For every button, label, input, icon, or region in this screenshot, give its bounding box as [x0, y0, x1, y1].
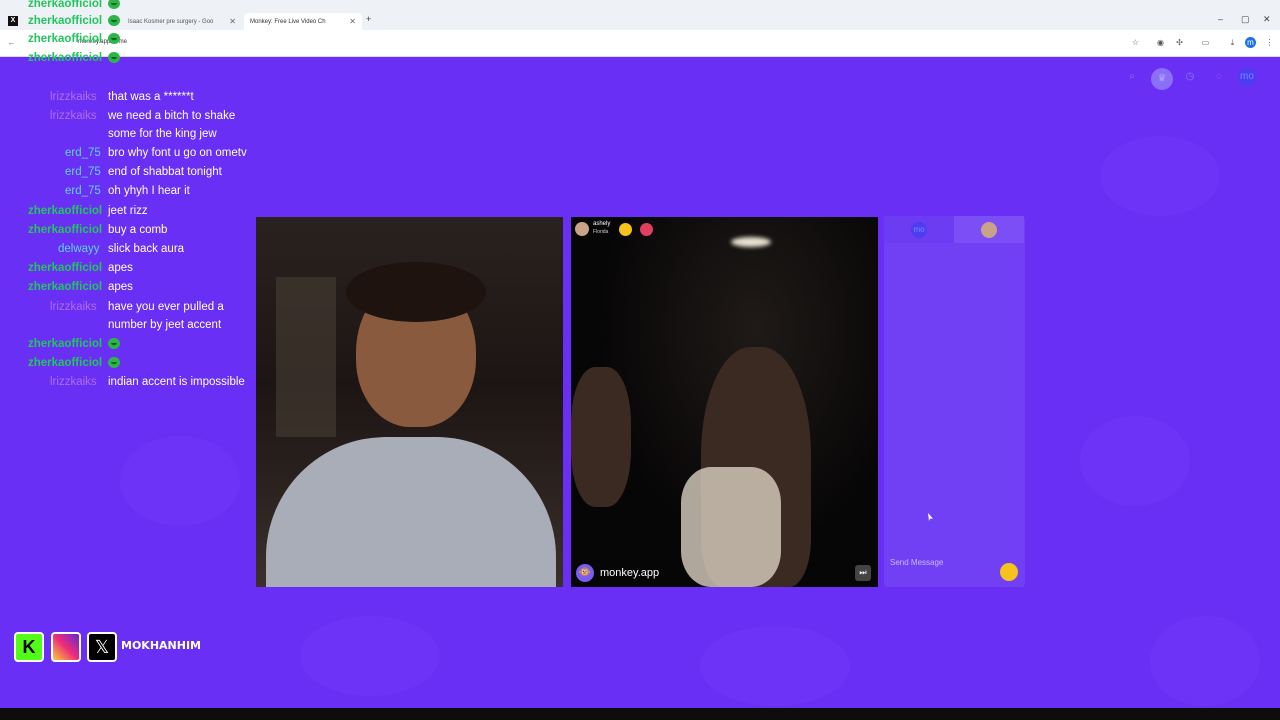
- chat-text: have you ever pulled a number by jeet ac…: [108, 301, 224, 331]
- background-blob: [1150, 616, 1260, 706]
- crown-icon[interactable]: ♛: [1151, 68, 1173, 90]
- skip-button[interactable]: ⏭: [855, 565, 871, 581]
- tab-close-icon[interactable]: ✕: [349, 17, 356, 26]
- kick-icon: K: [14, 632, 44, 662]
- download-icon[interactable]: ⤓: [1227, 37, 1238, 48]
- chat-username: erd_75: [65, 147, 101, 159]
- chat-username: erd_75: [65, 166, 101, 178]
- person-shirt: [266, 437, 556, 587]
- person-left: [571, 367, 631, 507]
- chat-text: [108, 30, 263, 48]
- monkey-logo-icon: 🐵: [576, 564, 594, 582]
- emote-icon: [108, 15, 120, 27]
- local-video: [256, 217, 563, 587]
- chat-text: apes: [108, 262, 133, 274]
- chat-text: apes: [108, 281, 133, 293]
- sidebar-icon[interactable]: ▭: [1200, 37, 1211, 48]
- new-tab-button[interactable]: +: [366, 14, 371, 24]
- match-avatar: [981, 221, 997, 238]
- maximize-button[interactable]: ▢: [1241, 14, 1250, 25]
- close-window-button[interactable]: ✕: [1263, 14, 1271, 25]
- extension-icon[interactable]: ◉: [1155, 37, 1166, 48]
- chat-text: indian accent is impossible: [108, 376, 245, 388]
- chat-username: zherkaofficiol: [28, 338, 103, 350]
- emote-icon: [108, 52, 120, 64]
- x-favicon-icon: X: [8, 16, 18, 26]
- emote-icon: [108, 33, 120, 45]
- chat-username: lrizzkaiks: [50, 301, 97, 313]
- search-icon[interactable]: ⌕: [1123, 68, 1141, 86]
- background-blob: [700, 626, 850, 706]
- sweater: [681, 467, 781, 587]
- background-blob: [1100, 136, 1220, 216]
- emote-icon: [108, 357, 120, 369]
- chat-username: zherkaofficiol: [28, 52, 103, 64]
- chat-text: [108, 335, 263, 353]
- emote-icon: [108, 338, 120, 350]
- chat-username: zherkaofficiol: [28, 281, 103, 293]
- my-avatar: mo: [911, 222, 927, 238]
- chat-text: end of shabbat tonight: [108, 166, 222, 178]
- puzzle-icon[interactable]: ✣: [1174, 37, 1185, 48]
- monkey-watermark: monkey.app: [600, 567, 660, 579]
- tab-match[interactable]: [954, 216, 1024, 243]
- chat-text: bro why font u go on ometv: [108, 147, 247, 159]
- background-shelf: [276, 277, 336, 437]
- remote-video: ashely Florida 🐵 monkey.app ⏭: [571, 217, 878, 587]
- profile-icon[interactable]: mo: [1238, 68, 1256, 86]
- chat-username: lrizzkaiks: [50, 110, 97, 122]
- send-message-input[interactable]: Send Message: [890, 558, 943, 567]
- reaction-badge-icon[interactable]: [619, 223, 632, 236]
- chat-username: zherkaofficiol: [28, 224, 103, 236]
- chat-text: oh yhyh I hear it: [108, 185, 190, 197]
- chat-username: delwayy: [58, 243, 100, 255]
- chat-text: [108, 12, 263, 30]
- person-hair: [346, 262, 486, 322]
- gift-icon[interactable]: [1000, 563, 1018, 581]
- heart-badge-icon[interactable]: [640, 223, 653, 236]
- bookmark-star-icon[interactable]: ☆: [1130, 37, 1141, 48]
- chat-text: we need a bitch to shake some for the ki…: [108, 110, 236, 140]
- background-blob: [1080, 416, 1190, 506]
- remote-avatar: [575, 222, 589, 236]
- chat-text: buy a comb: [108, 224, 168, 236]
- remote-name: ashely: [593, 221, 611, 227]
- background-blob: [120, 436, 240, 526]
- menu-icon[interactable]: ⋮: [1264, 37, 1275, 48]
- chat-text: that was a ******t: [108, 91, 194, 103]
- chat-username: erd_75: [65, 185, 101, 197]
- chat-username: zherkaofficiol: [28, 205, 103, 217]
- chat-username: zherkaofficiol: [28, 262, 103, 274]
- chat-text: [108, 354, 263, 372]
- chat-text: jeet rizz: [108, 205, 148, 217]
- x-icon: 𝕏: [87, 632, 117, 662]
- chat-username: zherkaofficiol: [28, 15, 103, 27]
- tab-me[interactable]: mo: [884, 216, 954, 243]
- instagram-icon: [51, 632, 81, 662]
- streamer-handle: MOKHANHIM: [121, 639, 201, 652]
- chat-username: zherkaofficiol: [28, 33, 103, 45]
- remote-location: Florida: [593, 229, 609, 235]
- profile-avatar-icon[interactable]: m: [1245, 37, 1256, 48]
- chat-text: [108, 49, 263, 67]
- emote-icon: [108, 0, 120, 10]
- chat-username: lrizzkaiks: [50, 376, 97, 388]
- match-chat-panel: mo Send Message: [884, 216, 1025, 587]
- panel-tabs: mo: [884, 216, 1025, 243]
- back-arrow-icon[interactable]: ←: [6, 37, 17, 48]
- ceiling-light: [731, 237, 771, 247]
- chat-username: lrizzkaiks: [50, 91, 97, 103]
- background-blob: [300, 616, 440, 696]
- minimize-button[interactable]: –: [1218, 14, 1223, 24]
- chat-username: zherkaofficiol: [28, 357, 103, 369]
- chat-text: slick back aura: [108, 243, 185, 255]
- history-icon[interactable]: ◷: [1181, 68, 1199, 86]
- bottom-bar: [0, 708, 1280, 720]
- chat-bubble-icon[interactable]: ◌: [1210, 68, 1228, 86]
